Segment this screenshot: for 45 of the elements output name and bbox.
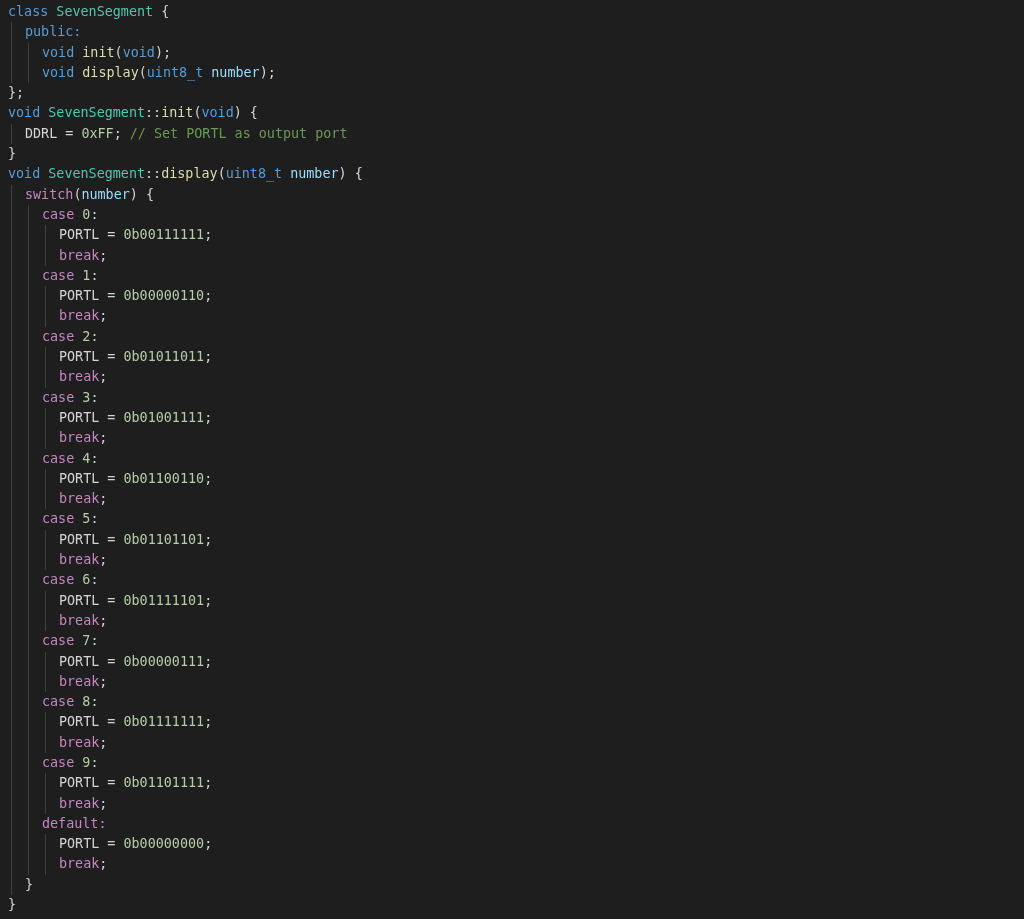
code-line: PORTL = 0b01101101; xyxy=(59,530,213,549)
code-line: switch(number) { xyxy=(25,185,154,204)
code-line: break; xyxy=(59,490,108,509)
code-line: PORTL = 0b01100110; xyxy=(59,469,213,488)
code-line: break; xyxy=(59,551,108,569)
code-line: break; xyxy=(59,368,108,387)
code-line: public: xyxy=(25,23,82,42)
code-line: case 7: xyxy=(42,632,99,651)
code-line: case 8: xyxy=(42,693,99,712)
code-line: break; xyxy=(59,794,108,813)
code-line: void init(void); xyxy=(42,43,171,62)
code-line: PORTL = 0b01111111; xyxy=(59,713,213,732)
code-line: case 5: xyxy=(42,510,99,529)
code-line: case 6: xyxy=(42,571,99,590)
code-line: PORTL = 0b00000000; xyxy=(59,835,213,854)
code-line: case 0: xyxy=(42,205,99,224)
code-line: break; xyxy=(59,855,108,874)
code-line: class SevenSegment { xyxy=(8,3,170,21)
code-line: default: xyxy=(42,814,107,833)
code-line: break; xyxy=(59,733,108,752)
code-line: case 4: xyxy=(42,449,99,468)
code-line: break; xyxy=(59,672,108,691)
code-line: } xyxy=(25,875,34,894)
code-line: PORTL = 0b01001111; xyxy=(59,408,213,427)
code-line: }; xyxy=(8,84,25,103)
code-line: DDRL = 0xFF; // Set PORTL as output port xyxy=(25,124,348,143)
code-line: PORTL = 0b00000111; xyxy=(59,652,213,671)
code-line: } xyxy=(8,896,17,915)
code-line: void SevenSegment::display(uint8_t number) { xyxy=(8,165,363,184)
code-line: void display(uint8_t number); xyxy=(42,63,276,83)
code-line: PORTL = 0b01011011; xyxy=(59,348,213,367)
code-line: void SevenSegment::init(void) { xyxy=(8,104,258,123)
code-line: case 3: xyxy=(42,388,99,407)
code-line: case 1: xyxy=(42,266,99,285)
code-line: PORTL = 0b01101111; xyxy=(59,774,213,793)
code-line: break; xyxy=(59,429,108,448)
code-line: PORTL = 0b01111101; xyxy=(59,591,213,610)
code-line: break; xyxy=(59,611,108,630)
code-line: PORTL = 0b00111111; xyxy=(59,226,213,245)
code-line: break; xyxy=(59,307,108,326)
code-line: case 2: xyxy=(42,327,99,346)
code-line: } xyxy=(8,145,17,164)
code-line: case 9: xyxy=(42,754,99,772)
code-line: break; xyxy=(59,246,108,265)
code-line: PORTL = 0b00000110; xyxy=(59,287,213,306)
